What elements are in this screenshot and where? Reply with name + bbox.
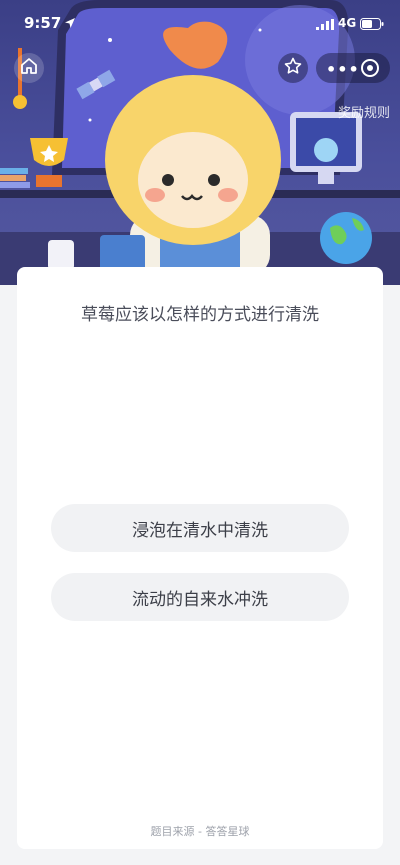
question-card: 草莓应该以怎样的方式进行清洗 浸泡在清水中清洗 流动的自来水冲洗 题目来源 - … — [17, 267, 383, 849]
more-icon[interactable]: ••• — [326, 60, 360, 79]
signal-icon — [316, 16, 334, 34]
status-bar: 9:57 4G — [0, 0, 400, 44]
favorite-button[interactable] — [278, 53, 308, 83]
close-icon[interactable] — [360, 58, 380, 82]
reward-rules-link[interactable]: 奖励规则 — [338, 102, 390, 121]
miniprogram-capsule: ••• — [316, 53, 390, 83]
status-time: 9:57 — [24, 14, 62, 32]
question-source: 题目来源 - 答答星球 — [150, 825, 250, 838]
home-button[interactable] — [14, 53, 44, 83]
battery-icon — [360, 16, 384, 34]
home-icon — [20, 57, 38, 79]
star-icon — [284, 57, 302, 79]
location-arrow-icon — [64, 15, 76, 33]
question-text: 草莓应该以怎样的方式进行清洗 — [81, 305, 319, 325]
answer-option-1[interactable]: 浸泡在清水中清洗 — [51, 504, 349, 552]
answer-option-2[interactable]: 流动的自来水冲洗 — [51, 573, 349, 621]
network-type: 4G — [338, 16, 357, 30]
